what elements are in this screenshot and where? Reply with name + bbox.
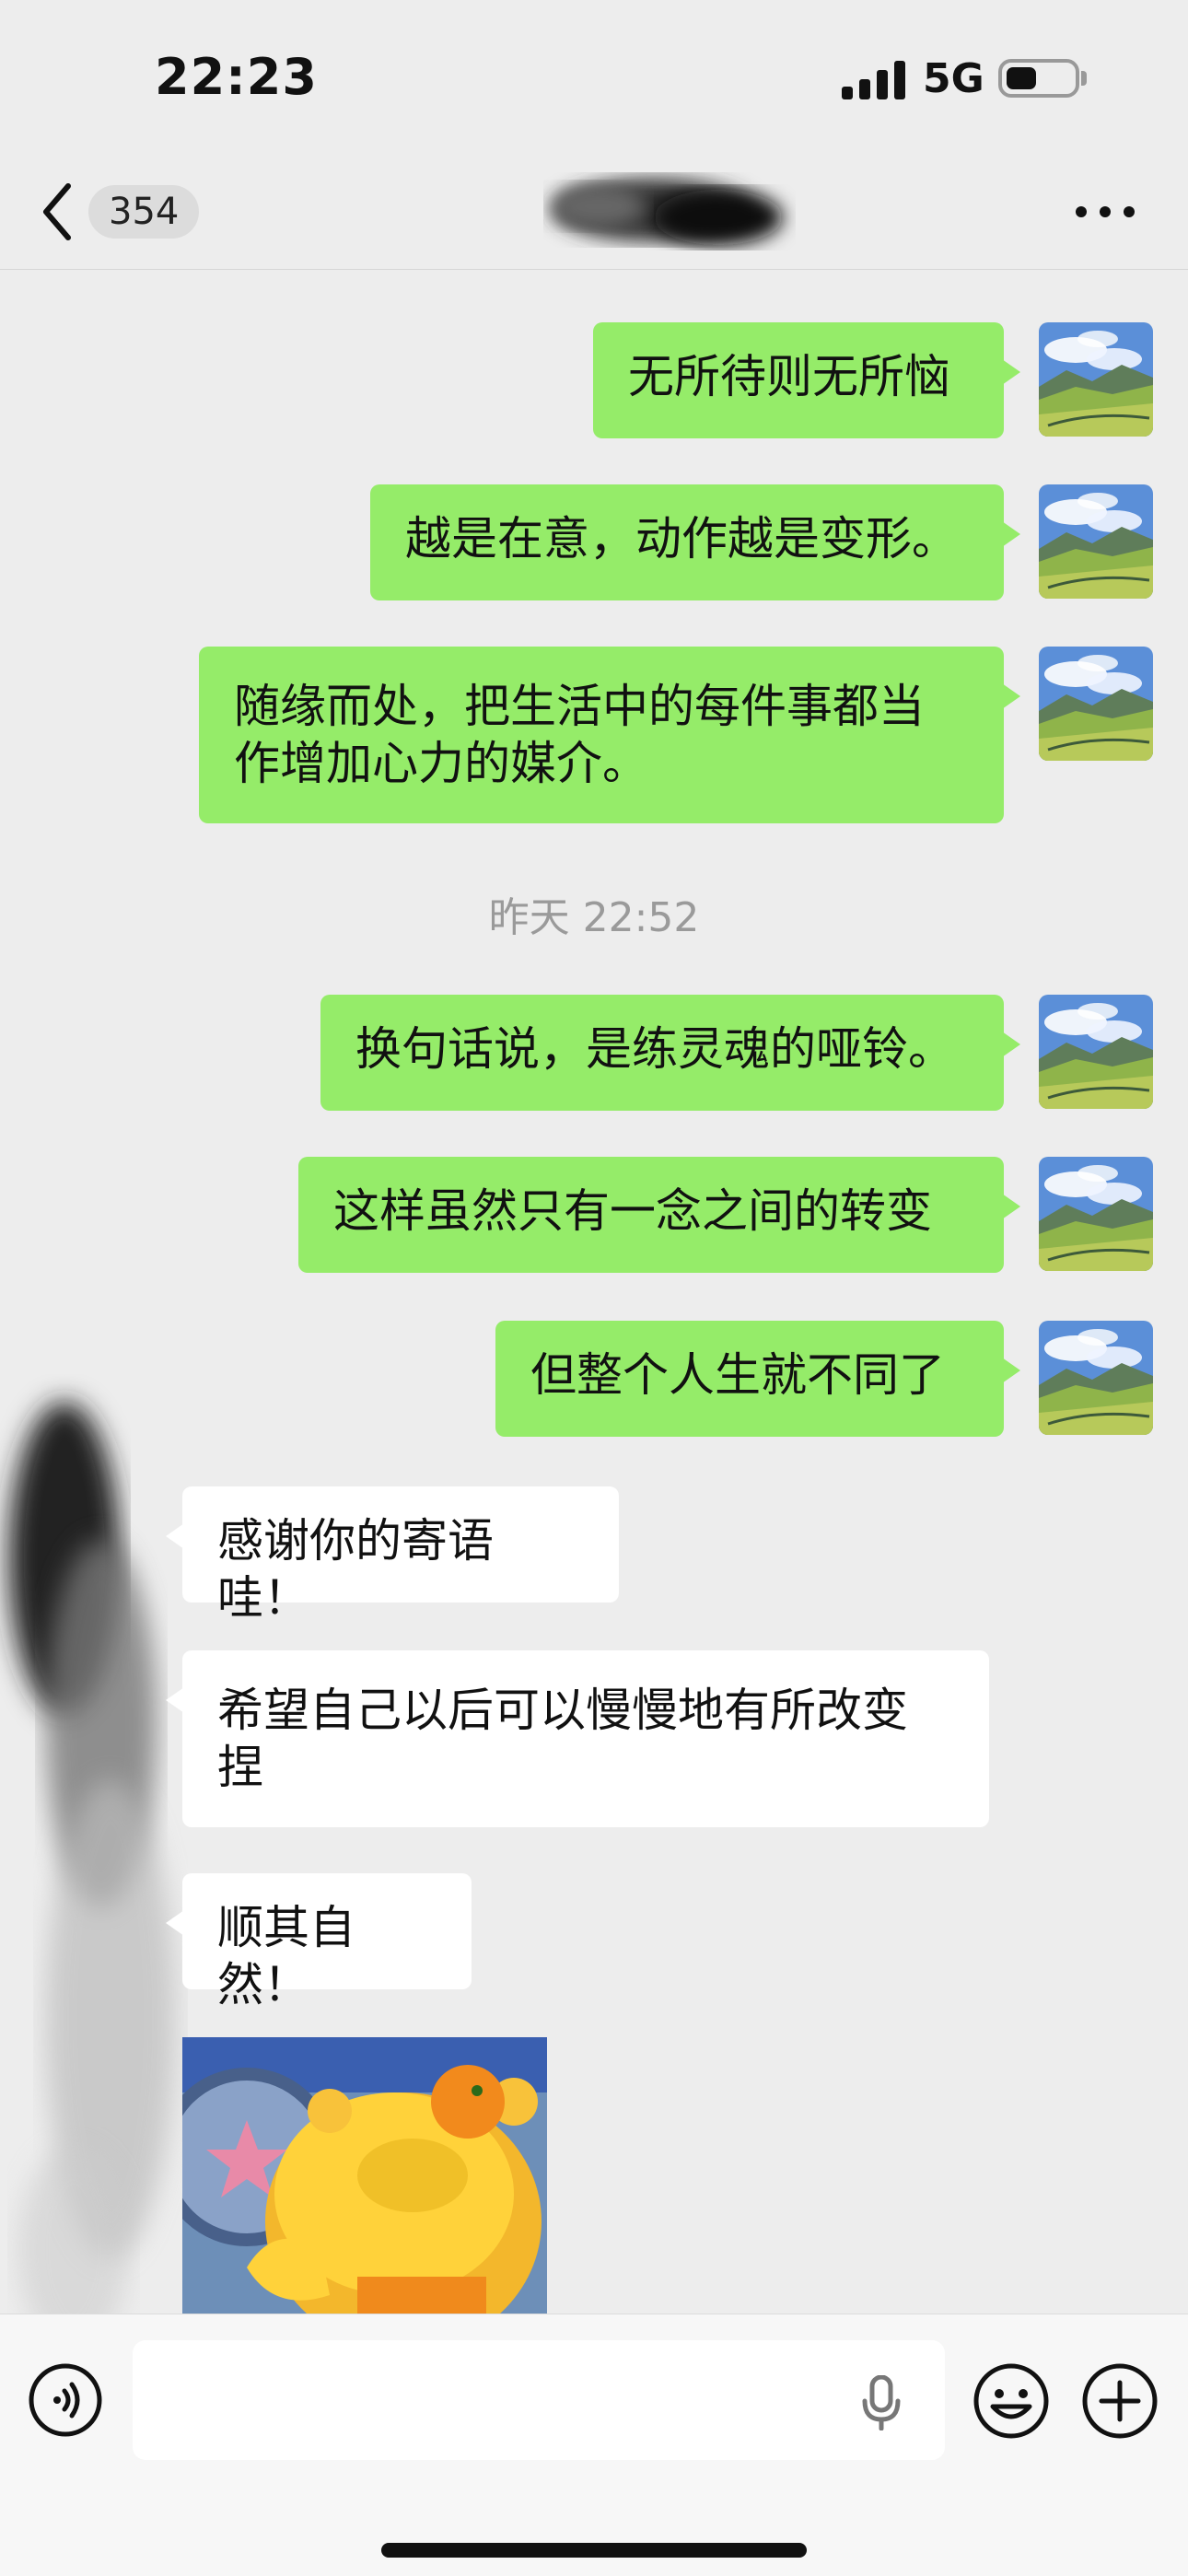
outgoing-message[interactable]: 随缘而处，把生活中的每件事都当 作增加心力的媒介。 [199,647,1020,823]
message-list[interactable]: 无所待则无所恼 越是在意，动作越是变形。 随缘而处，把生活中的每件事都当 作增加… [0,269,1188,2314]
outgoing-message[interactable]: 这样虽然只有一念之间的转变 [298,1157,1020,1273]
outgoing-message[interactable]: 换句话说，是练灵魂的哑铃。 [320,995,1020,1111]
back-button[interactable]: 354 [35,177,200,247]
battery-cap [1081,71,1087,86]
self-avatar[interactable] [1039,1157,1153,1271]
message-text-line: 希望自己以后可以慢慢地有所改变 [217,1684,908,1737]
more-options-button[interactable] [1076,199,1135,225]
home-indicator [381,2543,807,2558]
message-text: 换句话说，是练灵魂的哑铃。 [355,1022,954,1076]
outgoing-message[interactable]: 无所待则无所恼 [593,322,1020,438]
microphone-icon[interactable] [860,2375,903,2430]
input-bar [0,2314,1188,2576]
emoji-icon[interactable] [973,2362,1050,2440]
incoming-message[interactable]: 感谢你的寄语哇！ [166,1486,619,1625]
message-text: 感谢你的寄语哇！ [217,1514,494,1625]
chat-header: 354 [0,157,1188,270]
chevron-left-icon [43,183,71,240]
message-text: 无所待则无所恼 [628,350,950,403]
outgoing-message[interactable]: 但整个人生就不同了 [495,1321,1020,1437]
plus-icon[interactable] [1081,2362,1159,2440]
message-text-line: 随缘而处，把生活中的每件事都当 [234,680,925,733]
status-time: 22:23 [155,48,318,106]
unread-count-badge: 354 [88,185,200,239]
message-text: 这样虽然只有一念之间的转变 [333,1184,932,1238]
sticker-image[interactable] [182,2037,547,2314]
network-type: 5G [923,55,984,102]
message-text-line: 捏 [217,1741,263,1794]
cellular-signal-icon [842,61,906,99]
incoming-message[interactable]: 顺其自然！ [166,1873,472,2011]
battery-icon [998,59,1079,98]
self-avatar[interactable] [1039,484,1153,599]
message-text-line: 作增加心力的媒介。 [234,737,648,790]
time-divider: 昨天 22:52 [488,894,700,941]
more-dots-icon [1076,206,1087,217]
incoming-message[interactable]: 希望自己以后可以慢慢地有所改变 捏 [166,1650,989,1827]
status-bar: 22:23 5G [0,0,1188,157]
self-avatar[interactable] [1039,647,1153,761]
message-input[interactable] [133,2340,945,2460]
outgoing-message[interactable]: 越是在意，动作越是变形。 [370,484,1020,600]
redacted-chat-title [553,179,783,245]
message-text: 越是在意，动作越是变形。 [405,512,958,565]
voice-input-icon[interactable] [28,2362,103,2438]
self-avatar[interactable] [1039,995,1153,1109]
more-dots-icon [1124,206,1135,217]
message-text: 顺其自然！ [217,1901,355,2011]
self-avatar[interactable] [1039,1321,1153,1435]
message-text: 但整个人生就不同了 [530,1348,945,1402]
more-dots-icon [1100,206,1111,217]
self-avatar[interactable] [1039,322,1153,437]
